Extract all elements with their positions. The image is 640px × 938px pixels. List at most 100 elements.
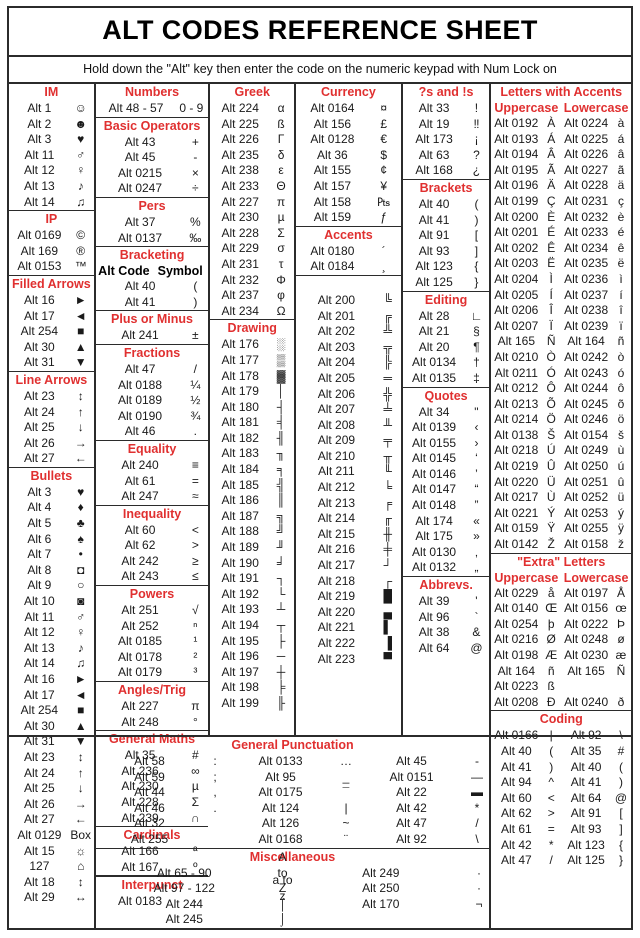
subheader-bracketing: Alt Code Symbol — [96, 264, 209, 279]
alt-code: Alt 235 — [221, 147, 259, 162]
code-row: Alt 40 ( — [403, 197, 490, 213]
alt-code: Alt 0215 — [118, 165, 163, 180]
symbol: ─ — [276, 649, 286, 664]
code-row: Alt 0199 Ç Alt 0231 ç — [491, 194, 631, 210]
code-cell: Alt 0213 Õ — [491, 397, 561, 413]
section-ip: IP Alt 0169 © Alt 169 ® Alt 0153 ™ — [9, 211, 94, 276]
symbol: Ô — [546, 381, 556, 396]
symbol: Ž — [547, 537, 555, 552]
alt-code: Alt 0250 — [564, 459, 609, 474]
rows-accents: Alt 0180 ´ Alt 0184 ¸ — [296, 244, 401, 275]
code-row: Alt 179 │ — [210, 384, 294, 400]
alt-code: Alt 40 — [124, 279, 156, 294]
symbol: ╠ — [383, 355, 392, 370]
alt-code: Alt 0242 — [564, 349, 609, 364]
code-row: Alt 156 £ — [296, 117, 401, 133]
alt-code: Alt 7 — [27, 547, 52, 562]
symbol: . — [193, 424, 198, 439]
symbol: ► — [74, 292, 87, 307]
rows-pers: Alt 37% Alt 0137 ‰ — [96, 215, 209, 246]
code-row: Alt 11 ♂ — [9, 610, 94, 626]
code-row: Alt 233 Θ — [210, 179, 294, 195]
section-drawing: Alt 200 ╚ Alt 201 ╔ Alt 202 ╩ Alt 203 ╦ Alt 204 ╠… — [296, 274, 401, 667]
alt-code: Alt 0132 — [412, 560, 457, 575]
code-cell: Alt 0199 Ç — [491, 194, 561, 210]
section-title-pers: Pers — [138, 198, 166, 213]
alt-code: Alt 13 — [24, 178, 55, 193]
alt-code: Alt 209 — [317, 433, 356, 448]
code-cell: Alt 47 / — [358, 816, 489, 832]
code-row: Alt 0130 ‚ — [403, 545, 490, 561]
symbol: å — [547, 585, 555, 600]
code-row: Alt 13 ♪ — [9, 641, 94, 657]
symbol: Õ — [546, 396, 556, 411]
alt-code: Alt 189 — [221, 540, 259, 555]
symbol: ═ — [383, 370, 392, 385]
code-cell: Alt 0158 ž — [561, 537, 631, 553]
section-extra-letters: "Extra" Letters Uppercase Lowercase Alt … — [491, 554, 631, 712]
symbol: φ — [277, 288, 285, 303]
alt-code: Alt 0146 — [412, 466, 457, 481]
alt-code: Alt 91 — [418, 228, 450, 243]
symbol: Ù — [546, 490, 556, 505]
alt-code: Alt 0222 — [564, 616, 609, 631]
section-title-numbers: Numbers — [124, 85, 180, 99]
code-cell: Alt 0208 Ð — [491, 695, 561, 711]
alt-code: Alt 176 — [221, 337, 259, 352]
code-row: Alt 61 = — [96, 474, 209, 490]
section-title-abbrevs: Abbrevs. — [419, 578, 473, 593]
alt-code: Alt 0155 — [412, 435, 457, 450]
code-cell: Alt 0245 õ — [561, 397, 631, 413]
symbol: † — [473, 355, 480, 370]
symbol: ™ — [74, 259, 87, 274]
alt-code: Alt 197 — [221, 664, 259, 679]
code-cell: Alt 0207 Ï — [491, 319, 561, 335]
alt-code: Alt 156 — [313, 116, 352, 131]
symbol: ♫ — [76, 194, 86, 209]
code-row: Alt 27 ← — [9, 451, 94, 467]
rows-numbers: Alt 48 - 57 0 - 9 — [96, 101, 209, 117]
code-row: Alt 0142 Ž Alt 0158 ž — [491, 537, 631, 553]
code-row: Alt 0140 Œ Alt 0156 œ — [491, 601, 631, 617]
code-row: Alt 243 ≤ — [96, 569, 209, 585]
code-row: Alt 46. — [96, 424, 209, 440]
section-basic-operators: Basic Operators Alt 43 + Alt 45- Alt 0215 × A… — [95, 118, 209, 198]
code-row: Alt 190 ╛ — [210, 556, 294, 572]
symbol: ♥ — [77, 484, 85, 499]
alt-code: Alt 0140 — [494, 601, 539, 616]
code-cell: Alt 0212 Ô — [491, 381, 561, 397]
alt-code: Alt 0244 — [564, 381, 609, 396]
code-row: Alt 25 ↓ — [9, 420, 94, 436]
code-row: Alt 0223 ß — [491, 679, 631, 695]
rows-fractions: Alt 47/Alt 0188 ¼ Alt 0189 ½ Alt 0190 ¾ Alt 46… — [96, 362, 209, 440]
symbol: « — [473, 513, 480, 528]
code-row: Alt 46. Alt 124 | Alt 42 * — [96, 801, 489, 817]
code-row: Alt 0185 ¹ — [96, 634, 209, 650]
symbol: ╒ — [383, 495, 392, 510]
alt-code: Alt 59 — [134, 769, 165, 784]
symbol: π — [191, 699, 200, 714]
rows-brackets: Alt 40(Alt 41) Alt 91[Alt 93] Alt 123{Alt … — [403, 197, 490, 291]
section-pers: Pers Alt 37% Alt 0137 ‰ — [95, 198, 209, 248]
alt-code: Alt 255 — [130, 832, 169, 847]
code-row: Alt 254 ■ — [9, 324, 94, 340]
code-row: Alt 227 π — [210, 195, 294, 211]
section-equality: Equality Alt 240 ≡ Alt 61 = Alt 247 ≈ — [95, 441, 209, 506]
code-row: Alt 0200 È Alt 0232 è — [491, 210, 631, 226]
alt-code: Alt 191 — [221, 571, 259, 586]
subheader-uppercase: Uppercase — [494, 101, 559, 115]
code-row: Alt 0148 ” — [403, 498, 490, 514]
code-row: Alt 0180 ´ — [296, 244, 401, 260]
alt-code: Alt 0230 — [564, 648, 609, 662]
rows-letters-with-accents: Alt 0192 À Alt 0224 à Alt 0193 Á Alt 0225 á Alt … — [491, 116, 631, 553]
code-row: Alt 178 ▓ — [210, 369, 294, 385]
symbol: & — [472, 625, 481, 640]
alt-code: Alt 46 — [124, 424, 156, 439]
symbol: ╛ — [276, 555, 286, 570]
code-cell: Alt 0175 ¯ — [227, 785, 358, 801]
alt-code: Alt 0235 — [564, 256, 609, 271]
alt-code: Alt 217 — [317, 558, 356, 573]
symbol: ♂ — [76, 609, 86, 624]
symbol: ↑ — [77, 404, 84, 419]
symbol: ¶ — [473, 339, 480, 354]
